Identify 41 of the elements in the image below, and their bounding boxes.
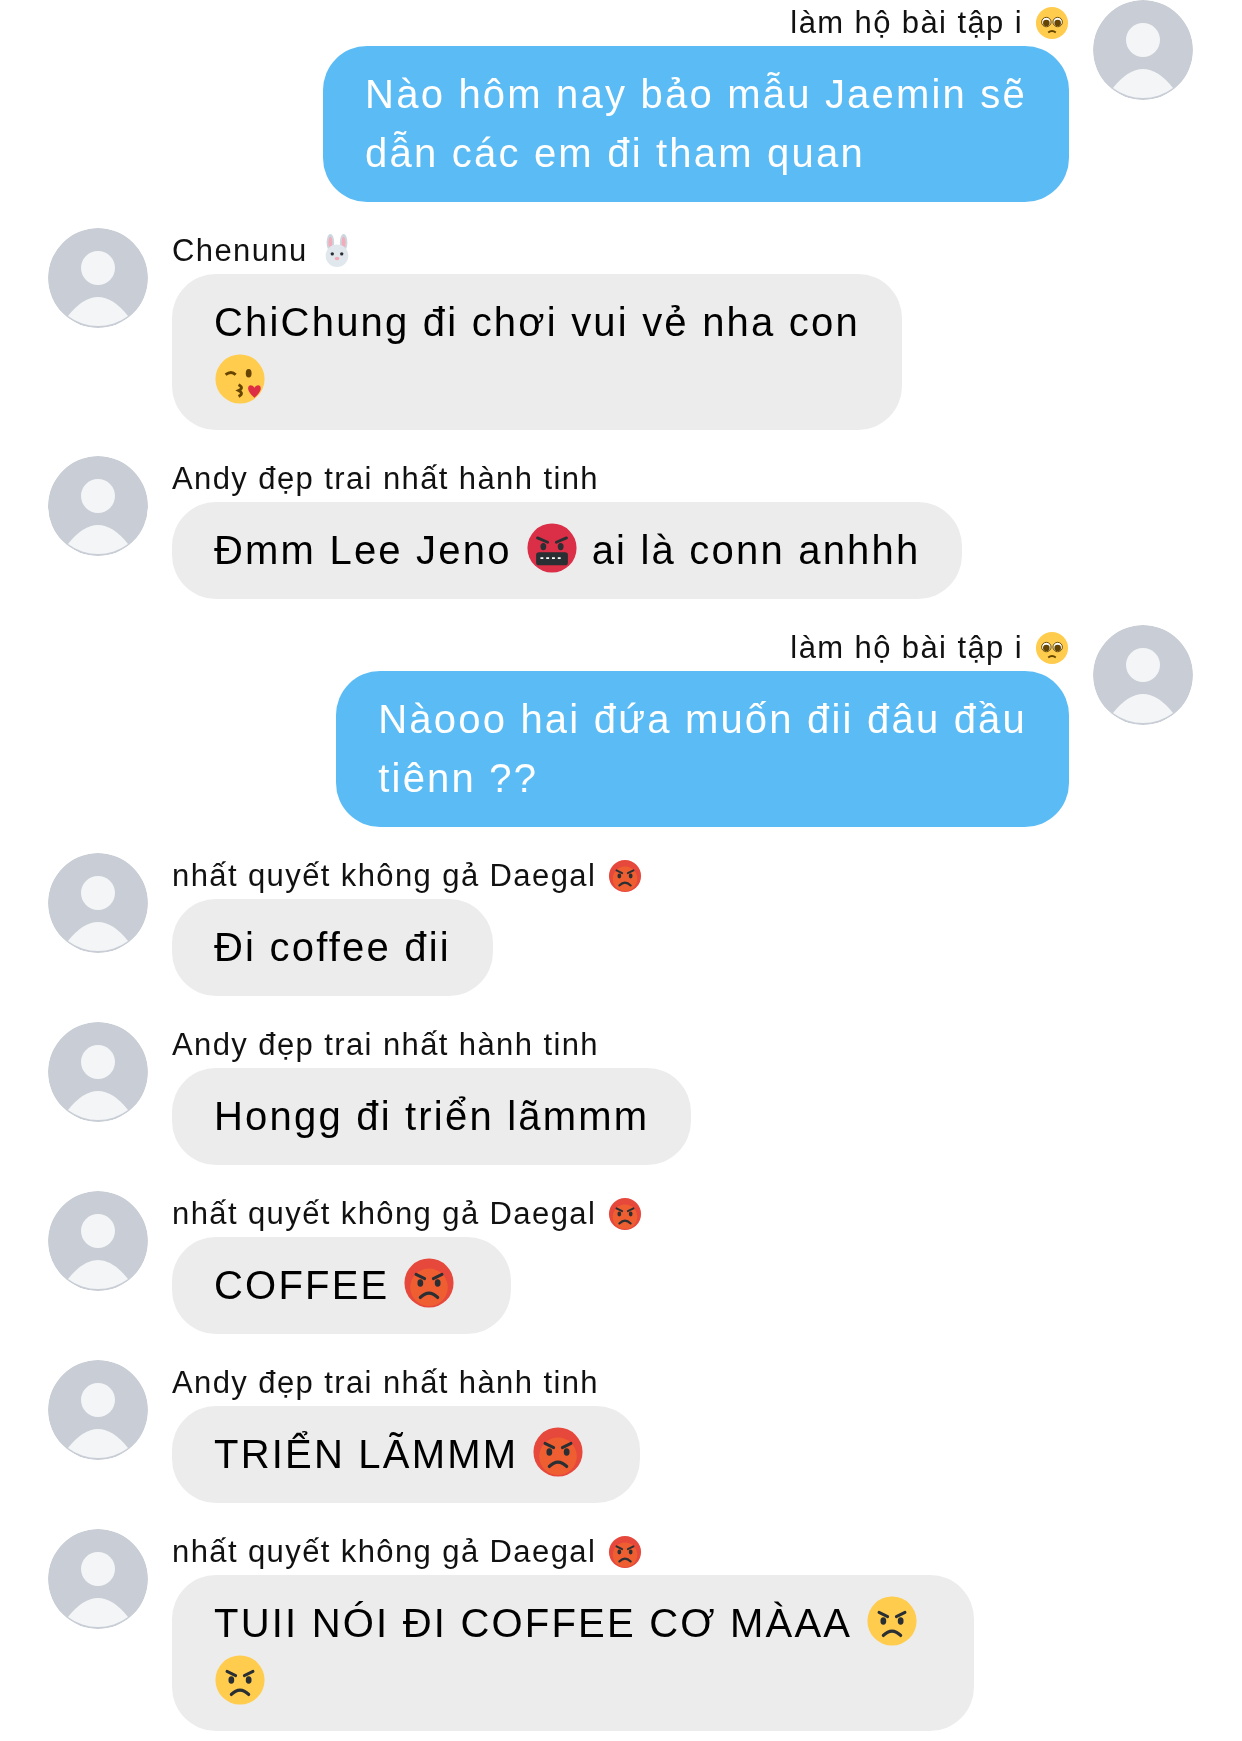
- message-text: Nàooo hai đứa muốn đii đâu đầu: [378, 697, 1027, 741]
- avatar[interactable]: [48, 1360, 148, 1460]
- message-text: TUII NÓI ĐI COFFEE CƠ MÀAA: [214, 1601, 853, 1645]
- avatar[interactable]: [1093, 625, 1193, 725]
- pleading-face-icon: [1035, 631, 1069, 665]
- sender-name: nhất quyết không gả Daegal: [172, 1194, 597, 1233]
- message-text: ai là conn anhhh: [591, 528, 921, 572]
- message-text: TRIỂN LÃMMM: [214, 1432, 519, 1476]
- message-text: Đi coffee đii: [214, 925, 451, 969]
- angry-face-icon: [214, 1654, 266, 1706]
- message-text: dẫn các em đi tham quan: [365, 131, 865, 175]
- avatar[interactable]: [48, 456, 148, 556]
- sender-name: nhất quyết không gả Daegal: [172, 1532, 597, 1571]
- sender-name: Chenunu: [172, 231, 308, 270]
- avatar[interactable]: [48, 1022, 148, 1122]
- sender-name: Andy đẹp trai nhất hành tinh: [172, 1363, 599, 1402]
- message-text: Đmm Lee Jeno: [214, 528, 512, 572]
- kissing-face-icon: [214, 353, 266, 405]
- sender-name: Andy đẹp trai nhất hành tinh: [172, 1025, 599, 1064]
- angry-face-icon: [403, 1257, 456, 1309]
- pleading-face-icon: [1035, 6, 1069, 40]
- angry-face-icon: [608, 1197, 643, 1231]
- cursing-face-icon: [525, 522, 578, 574]
- sender-name: nhất quyết không gả Daegal: [172, 856, 597, 895]
- message-text: Nào hôm nay bảo mẫu Jaemin sẽ: [365, 72, 1027, 116]
- avatar[interactable]: [48, 228, 148, 328]
- angry-face-icon: [608, 1535, 643, 1569]
- avatar[interactable]: [1093, 0, 1193, 100]
- message-text: ChiChung đi chơi vui vẻ nha con: [214, 300, 860, 344]
- angry-face-icon: [866, 1595, 919, 1647]
- sender-name: làm hộ bài tập i: [790, 628, 1023, 667]
- sender-name: Andy đẹp trai nhất hành tinh: [172, 459, 599, 498]
- message-text: COFFEE: [214, 1263, 390, 1307]
- avatar[interactable]: [48, 1191, 148, 1291]
- avatar[interactable]: [48, 853, 148, 953]
- angry-face-icon: [608, 859, 643, 893]
- avatar[interactable]: [48, 1529, 148, 1629]
- message-text: Hongg đi triển lãmmm: [214, 1094, 650, 1138]
- sender-name: làm hộ bài tập i: [790, 3, 1023, 42]
- angry-face-icon: [532, 1426, 585, 1478]
- message-text: tiênn ??: [378, 756, 539, 800]
